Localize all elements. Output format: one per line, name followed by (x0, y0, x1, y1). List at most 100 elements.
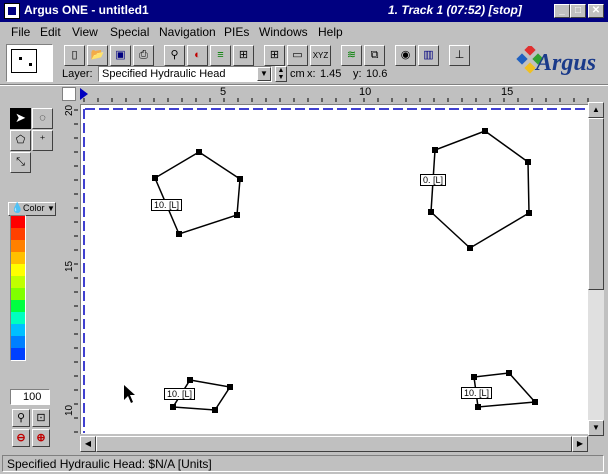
color-swatch (11, 264, 25, 276)
color-swatch (11, 348, 25, 360)
status-text: Specified Hydraulic Head: $N/A [Units] (7, 457, 212, 471)
window-title: Argus ONE - untitled1 (24, 3, 149, 17)
zoom-window-icon[interactable]: ⊡ (32, 409, 50, 427)
grid-icon[interactable]: ⊞ (233, 45, 254, 66)
x-tick-label-15: 15 (501, 86, 514, 98)
logo-text: Argus (536, 50, 597, 76)
color-scale (10, 215, 26, 361)
layer-select-value: Specified Hydraulic Head (102, 68, 226, 80)
status-bar: Specified Hydraulic Head: $N/A [Units] (2, 455, 604, 472)
drop-icon: 💧 (11, 203, 24, 214)
ruler-icon[interactable]: ▭ (287, 45, 308, 66)
polygon-label: 10. [L] (151, 199, 183, 211)
color-dropdown[interactable]: 💧 Color ▼ (8, 202, 56, 216)
y-coord-value: 10.6 (366, 68, 388, 80)
arrow-select-icon[interactable]: ➤ (10, 108, 31, 129)
horizontal-scrollbar[interactable]: ◀ ▶ (80, 436, 588, 452)
polygon-label: 10. [L] (461, 387, 493, 399)
x-tick-label-5: 5 (220, 86, 227, 98)
export-icon[interactable]: ⧉ (364, 45, 385, 66)
color-swatch (11, 228, 25, 240)
zoom-in-icon[interactable]: ⊕ (32, 429, 50, 447)
x-coord-label: x: (307, 68, 316, 80)
print-icon[interactable]: ⎙ (133, 45, 154, 66)
scroll-thumb-h[interactable] (96, 436, 572, 452)
vertical-scrollbar[interactable]: ▲ ▼ (588, 102, 604, 436)
tree-icon[interactable]: ⊥ (449, 45, 470, 66)
zoom-value: 100 (23, 391, 42, 403)
scroll-left-arrow[interactable]: ◀ (80, 436, 96, 452)
argus-logo: Argus (516, 44, 602, 80)
polygon-label: 10. [L] (164, 388, 196, 400)
zoom-fit-icon[interactable]: ⚲ (12, 409, 30, 427)
menu-edit[interactable]: Edit (40, 25, 61, 39)
new-icon[interactable]: ▯ (64, 45, 85, 66)
drawing-canvas[interactable]: 10. [L] 0. [L] 10. [L] 10. [L] (80, 104, 588, 434)
color-swatch (11, 336, 25, 348)
binoculars-icon[interactable]: ⚲ (164, 45, 185, 66)
x-coord-value: 1.45 (320, 68, 342, 80)
tool-palette: ➤ ◌ ⬠ ⁺ ⤡ (8, 106, 58, 176)
add-point-icon[interactable]: ⁺ (32, 130, 53, 151)
color-swatch (11, 300, 25, 312)
horizontal-ruler: 5 10 15 (80, 86, 590, 102)
minimize-button[interactable]: _ (554, 4, 570, 18)
menu-special[interactable]: Special (110, 25, 149, 39)
menu-help[interactable]: Help (318, 25, 343, 39)
polygon-label: 0. [L] (420, 174, 447, 186)
color-swatch (11, 276, 25, 288)
polygon-2[interactable] (428, 128, 532, 251)
y-coord-label: y: (353, 68, 362, 80)
units-label: cm (290, 68, 305, 80)
app-icon[interactable] (4, 3, 20, 19)
menu-file[interactable]: File (11, 25, 30, 39)
color-swatch (11, 312, 25, 324)
color-swatch (11, 216, 25, 228)
color-swatch (11, 240, 25, 252)
save-icon[interactable]: ▣ (110, 45, 131, 66)
title-bar: Argus ONE - untitled1 1. Track 1 (07:52)… (0, 0, 608, 22)
units-stepper[interactable]: ▲ ▼ (275, 66, 287, 82)
lasso-icon[interactable]: ◌ (32, 108, 53, 129)
close-button[interactable]: ✕ (588, 4, 604, 18)
x-tick-label-10: 10 (359, 86, 372, 98)
color-swatch (11, 288, 25, 300)
open-icon[interactable]: 📂 (87, 45, 108, 66)
scroll-right-arrow[interactable]: ▶ (572, 436, 588, 452)
menu-pies[interactable]: PIEs (224, 25, 249, 39)
y-tick-label-20: 20 (64, 104, 75, 116)
layer-label: Layer: (62, 68, 93, 80)
scroll-corner (588, 436, 604, 452)
zoom-input[interactable]: 100 (10, 389, 50, 405)
color-swatch (11, 324, 25, 336)
polygon-1[interactable] (152, 149, 243, 237)
menu-navigation[interactable]: Navigation (159, 25, 216, 39)
chevron-down-icon[interactable]: ▼ (257, 67, 271, 81)
mesh-icon[interactable]: ⊞ (264, 45, 285, 66)
database-icon[interactable]: ≋ (341, 45, 362, 66)
camera-icon[interactable]: ◉ (395, 45, 416, 66)
xyz-icon[interactable]: XYZ (310, 45, 331, 66)
color-swatch (11, 252, 25, 264)
chevron-down-icon: ▼ (47, 204, 55, 213)
menu-view[interactable]: View (72, 25, 98, 39)
layer-select[interactable]: Specified Hydraulic Head ▼ (98, 66, 272, 82)
vertical-ruler: 20 15 10 (62, 104, 78, 434)
menu-bar: File Edit View Special Navigation PIEs W… (0, 22, 608, 42)
scroll-up-arrow[interactable]: ▲ (588, 102, 604, 118)
scroll-down-arrow[interactable]: ▼ (588, 420, 604, 436)
layers-icon[interactable]: ≡ (210, 45, 231, 66)
maximize-button[interactable]: □ (570, 4, 586, 18)
move-vertex-icon[interactable]: ⤡ (10, 152, 31, 173)
zoom-out-icon[interactable]: ⊖ (12, 429, 30, 447)
menu-windows[interactable]: Windows (259, 25, 308, 39)
ruler-corner (62, 87, 76, 101)
preview-thumbnail[interactable] (6, 44, 53, 82)
polygon-tool-icon[interactable]: ⬠ (10, 130, 31, 151)
scroll-thumb[interactable] (588, 118, 604, 290)
color-label: Color (23, 203, 45, 213)
color-wheel-icon[interactable]: ◐ (187, 45, 208, 66)
mouse-cursor (124, 385, 135, 403)
track-status: 1. Track 1 (07:52) [stop] (388, 3, 522, 17)
book-icon[interactable]: ▥ (418, 45, 439, 66)
